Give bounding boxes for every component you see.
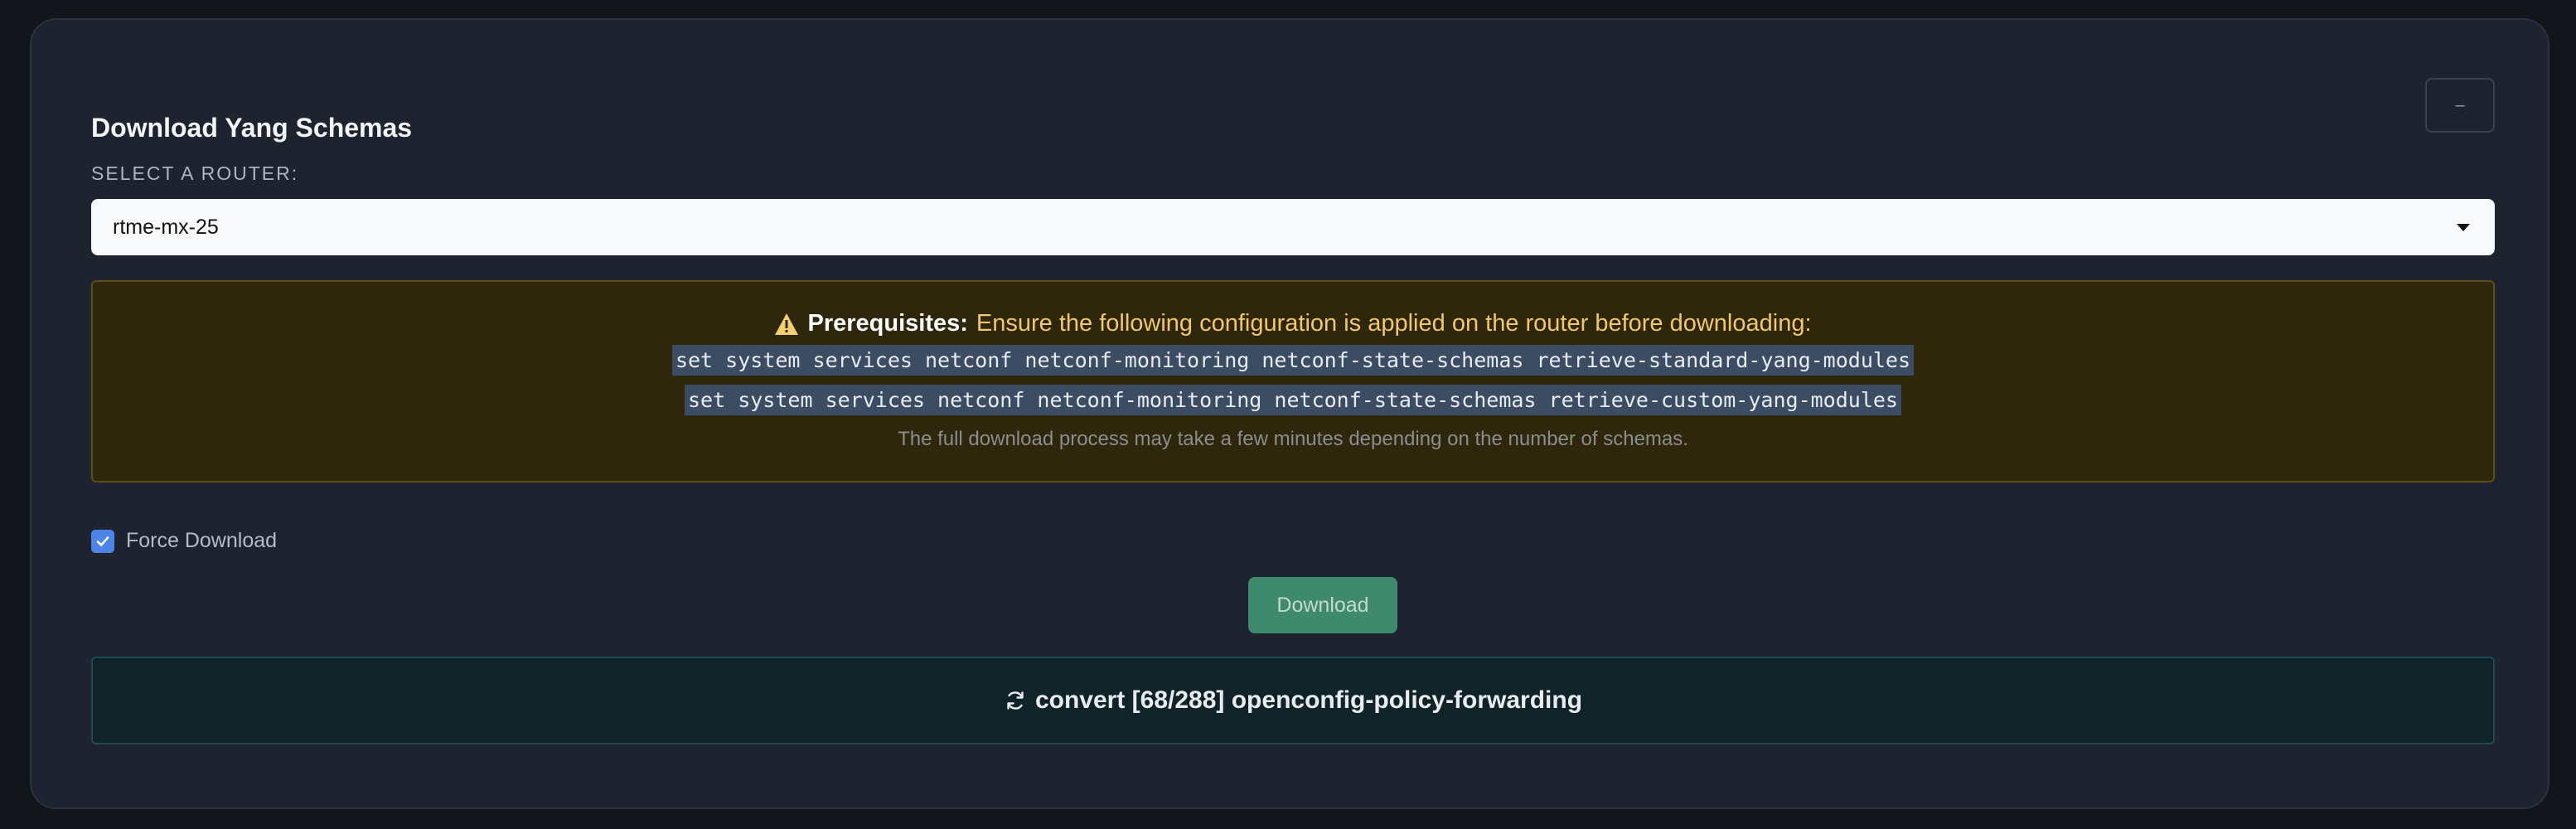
router-select[interactable]: rtme-mx-25 [91, 199, 2495, 255]
download-yang-schemas-panel: Download Yang Schemas – SELECT A ROUTER:… [30, 18, 2549, 809]
prerequisites-message: Ensure the following configuration is ap… [976, 310, 1812, 337]
download-button-label: Download [1276, 593, 1369, 617]
check-icon [96, 536, 109, 546]
caret-down-icon [2457, 223, 2470, 231]
command-text-2: set system services netconf netconf-moni… [685, 385, 1901, 415]
download-button[interactable]: Download [1248, 577, 1397, 633]
warning-triangle-icon [775, 313, 799, 335]
prerequisite-command-2: set system services netconf netconf-moni… [93, 385, 2493, 415]
panel-title: Download Yang Schemas [91, 113, 413, 143]
collapse-label: – [2455, 95, 2465, 114]
download-status-text: convert [68/288] openconfig-policy-forwa… [1034, 686, 1583, 714]
command-text-1: set system services netconf netconf-moni… [671, 345, 1915, 376]
prerequisites-note: The full download process may take a few… [898, 428, 1688, 450]
prerequisites-heading-line: Prerequisites: Ensure the following conf… [93, 310, 2493, 337]
force-download-label: Force Download [126, 529, 278, 552]
force-download-checkbox[interactable] [91, 529, 114, 553]
router-select-value: rtme-mx-25 [113, 215, 219, 239]
collapse-button[interactable]: – [2425, 78, 2495, 133]
prerequisite-command-1: set system services netconf netconf-moni… [93, 345, 2493, 376]
sync-icon [1007, 691, 1024, 710]
prerequisites-heading: Prerequisites: [807, 310, 968, 337]
force-download-option[interactable]: Force Download [91, 529, 277, 553]
prerequisites-alert: Prerequisites: Ensure the following conf… [91, 280, 2495, 482]
download-status-bar: convert [68/288] openconfig-policy-forwa… [91, 657, 2495, 744]
router-select-label: SELECT A ROUTER: [91, 162, 299, 184]
